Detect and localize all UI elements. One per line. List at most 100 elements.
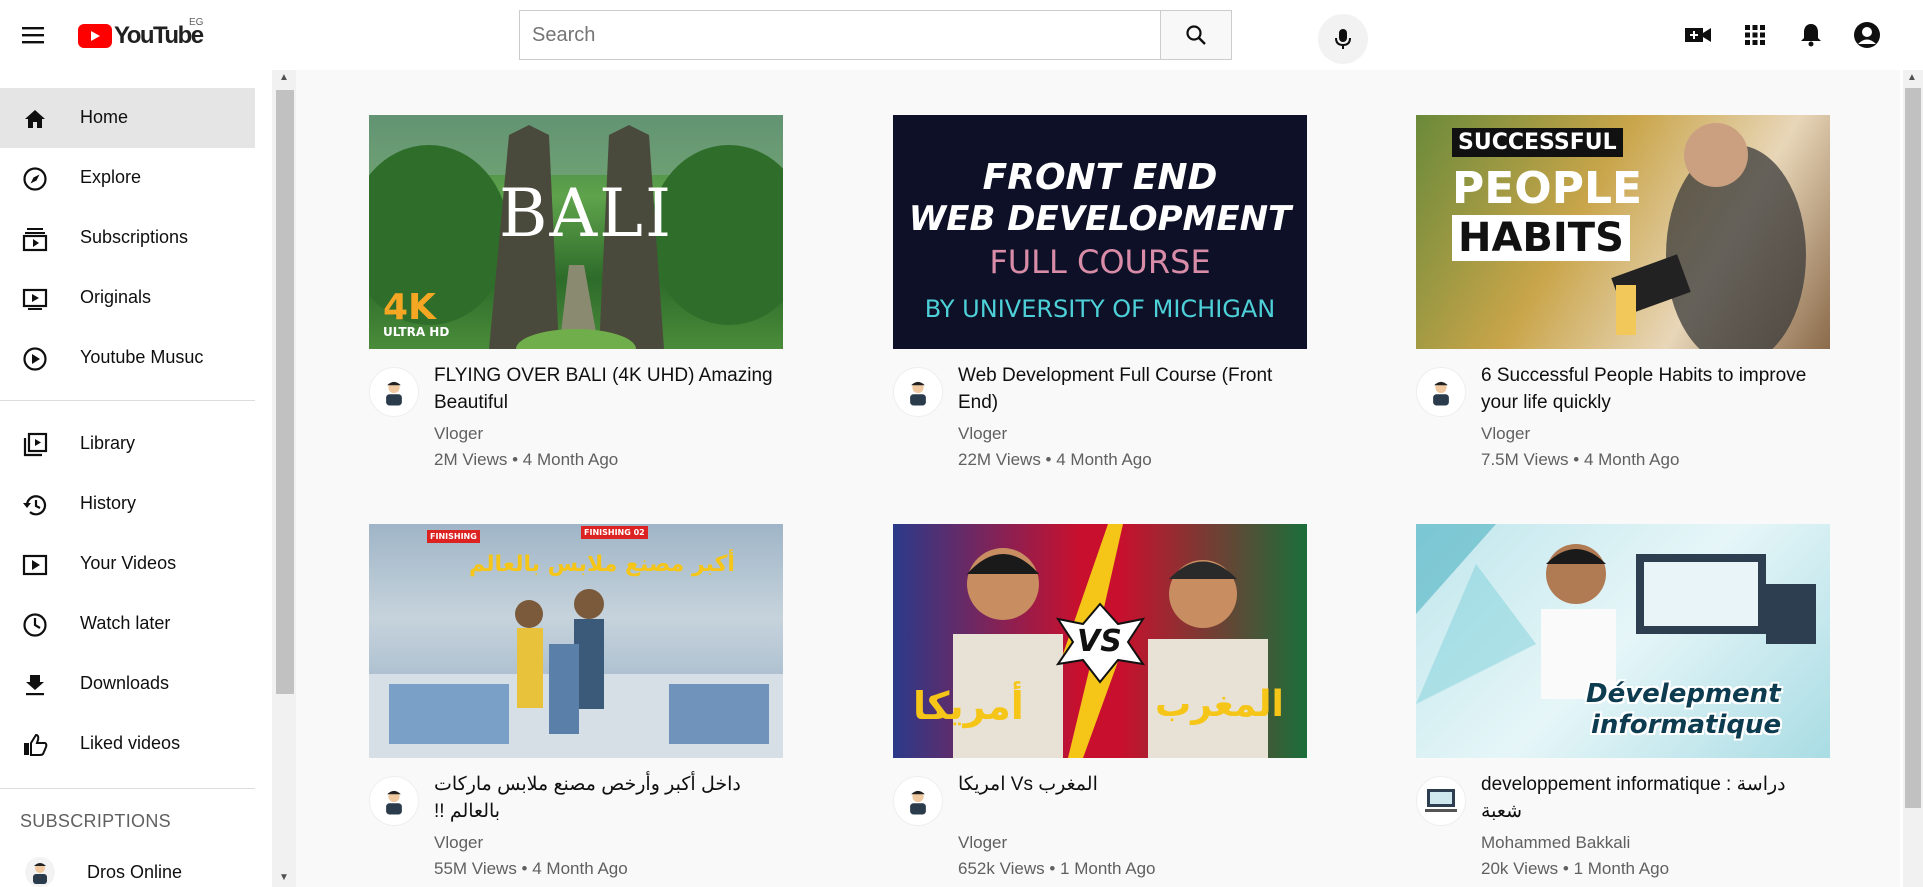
hamburger-menu-icon[interactable] xyxy=(20,22,48,48)
channel-name[interactable]: Vloger xyxy=(434,833,483,853)
sidebar-item-your-videos[interactable]: Your Videos xyxy=(0,534,255,594)
thumbnail-line1: FRONT END xyxy=(982,157,1218,198)
sidebar-item-home[interactable]: Home xyxy=(0,88,255,148)
thumbs-up-icon xyxy=(20,730,50,760)
thumbnail-sign: FINISHING xyxy=(427,530,480,543)
channel-name[interactable]: Vloger xyxy=(1481,424,1530,444)
home-icon xyxy=(20,104,50,134)
channel-avatar[interactable] xyxy=(1416,367,1466,417)
sidebar-item-watch-later[interactable]: Watch later xyxy=(0,594,255,654)
search-icon xyxy=(1186,25,1206,45)
thumbnail-line1: Dévelepment xyxy=(1586,679,1781,709)
thumbnail-line2: WEB DEVELOPMENT xyxy=(908,199,1292,239)
video-title[interactable]: FLYING OVER BALI (4K UHD) Amazing Beauti… xyxy=(434,362,784,416)
channel-avatar[interactable] xyxy=(893,776,943,826)
channel-name[interactable]: Vloger xyxy=(434,424,483,444)
sidebar-item-subscriptions[interactable]: Subscriptions xyxy=(0,208,255,268)
thumbnail-badge: 4K xyxy=(383,287,436,328)
video-thumbnail[interactable]: أكبر مصنع ملابس بالعالم FINISHING FINISH… xyxy=(369,524,783,758)
your-videos-icon xyxy=(20,550,50,580)
subscriptions-header: SUBSCRIPTIONS xyxy=(20,811,171,831)
youtube-play-icon xyxy=(78,24,112,48)
top-bar: YouTube EG xyxy=(0,0,1923,70)
video-card[interactable]: VS أمريكا المغرب المغرب Vs امريكا Vloger… xyxy=(893,524,1307,878)
video-title[interactable]: داخل أكبر وأرخص مصنع ملابس ماركات بالعال… xyxy=(434,771,784,825)
voice-search-button[interactable] xyxy=(1318,14,1368,64)
thumbnail-right-label: المغرب xyxy=(1155,684,1284,725)
create-video-icon[interactable] xyxy=(1683,20,1713,50)
video-card[interactable]: Dévelepment informatique developpement i… xyxy=(1416,524,1830,878)
channel-name[interactable]: Vloger xyxy=(958,424,1007,444)
scroll-up-arrow-icon[interactable]: ▲ xyxy=(279,72,289,83)
video-meta: 20k Views • 1 Month Ago xyxy=(1481,859,1670,878)
thumbnail-line3: FULL COURSE xyxy=(989,243,1211,281)
subscriptions-icon xyxy=(20,224,50,254)
microphone-icon xyxy=(1335,29,1351,49)
video-title[interactable]: 6 Successful People Habits to improve yo… xyxy=(1481,362,1831,416)
channel-avatar[interactable] xyxy=(1416,776,1466,826)
notifications-bell-icon[interactable] xyxy=(1796,20,1826,50)
video-title[interactable]: developpement informatique : دراسة شعبة xyxy=(1481,771,1831,825)
channel-avatar[interactable] xyxy=(369,367,419,417)
main-scrollbar-thumb[interactable] xyxy=(1905,88,1921,808)
download-icon xyxy=(20,670,50,700)
thumbnail-left-label: أمريكا xyxy=(913,684,1024,728)
library-icon xyxy=(20,430,50,460)
sidebar: Home Explore Subscriptions Originals You… xyxy=(0,70,275,887)
thumbnail-line2: PEOPLE xyxy=(1452,163,1643,214)
sidebar-item-history[interactable]: History xyxy=(0,474,255,534)
video-thumbnail[interactable]: VS أمريكا المغرب xyxy=(893,524,1307,758)
video-card[interactable]: SUCCESSFUL PEOPLE HABITS 6 Successful Pe… xyxy=(1416,115,1830,469)
sidebar-item-explore[interactable]: Explore xyxy=(0,148,255,208)
sidebar-item-originals[interactable]: Originals xyxy=(0,268,255,328)
sidebar-item-library[interactable]: Library xyxy=(0,414,255,474)
video-thumbnail[interactable]: Dévelepment informatique xyxy=(1416,524,1830,758)
search-button[interactable] xyxy=(1160,10,1232,60)
video-thumbnail[interactable]: SUCCESSFUL PEOPLE HABITS xyxy=(1416,115,1830,349)
video-meta: 7.5M Views • 4 Month Ago xyxy=(1481,450,1680,469)
search-input[interactable] xyxy=(519,10,1160,60)
channel-avatar[interactable] xyxy=(369,776,419,826)
video-meta: 2M Views • 4 Month Ago xyxy=(434,450,619,469)
video-title[interactable]: المغرب Vs امريكا xyxy=(958,771,1308,798)
video-title[interactable]: Web Development Full Course (Front End) xyxy=(958,362,1308,416)
sidebar-item-youtube-music[interactable]: Youtube Musuc xyxy=(0,328,255,388)
thumbnail-title: أكبر مصنع ملابس بالعالم xyxy=(469,552,735,577)
video-card[interactable]: أكبر مصنع ملابس بالعالم FINISHING FINISH… xyxy=(369,524,783,878)
video-card[interactable]: FRONT END WEB DEVELOPMENT FULL COURSE BY… xyxy=(893,115,1307,469)
sidebar-item-liked-videos[interactable]: Liked videos xyxy=(0,714,255,774)
subscription-item[interactable]: Dros Online xyxy=(0,852,255,887)
thumbnail-line4: BY UNIVERSITY OF MICHIGAN xyxy=(924,295,1276,323)
thumbnail-label-bg: SUCCESSFUL xyxy=(1452,128,1623,157)
history-icon xyxy=(20,490,50,520)
thumbnail-line1: SUCCESSFUL xyxy=(1458,130,1617,155)
video-meta: 652k Views • 1 Month Ago xyxy=(958,859,1156,878)
scroll-down-arrow-icon[interactable]: ▼ xyxy=(279,872,289,883)
sidebar-divider xyxy=(0,400,255,401)
channel-name[interactable]: Mohammed Bakkali xyxy=(1481,833,1630,853)
sidebar-scrollbar-thumb[interactable] xyxy=(276,90,294,694)
scroll-up-arrow-icon[interactable]: ▲ xyxy=(1907,72,1917,83)
video-grid: BALI 4K ULTRA HD FLYING OVER BALI (4K UH… xyxy=(296,70,1900,887)
thumbnail-line2: informatique xyxy=(1591,710,1782,740)
thumbnail-line3: HABITS xyxy=(1458,215,1624,261)
compass-icon xyxy=(20,164,50,194)
country-code: EG xyxy=(189,17,204,28)
channel-name[interactable]: Vloger xyxy=(958,833,1007,853)
apps-grid-icon[interactable] xyxy=(1740,20,1770,50)
sidebar-item-downloads[interactable]: Downloads xyxy=(0,654,255,714)
thumbnail-label-bg: HABITS xyxy=(1452,215,1630,261)
channel-avatar[interactable] xyxy=(893,367,943,417)
clock-icon xyxy=(20,610,50,640)
search-bar xyxy=(519,10,1232,60)
video-card[interactable]: BALI 4K ULTRA HD FLYING OVER BALI (4K UH… xyxy=(369,115,783,469)
thumbnail-sign: FINISHING 02 xyxy=(581,526,648,539)
account-avatar-icon[interactable] xyxy=(1852,20,1882,50)
channel-avatar xyxy=(24,856,56,887)
thumbnail-subbadge: ULTRA HD xyxy=(383,325,450,339)
video-thumbnail[interactable]: BALI 4K ULTRA HD xyxy=(369,115,783,349)
youtube-logo[interactable]: YouTube EG xyxy=(78,17,204,50)
thumbnail-title: BALI xyxy=(499,175,674,252)
thumbnail-vs: VS xyxy=(1077,624,1122,659)
video-thumbnail[interactable]: FRONT END WEB DEVELOPMENT FULL COURSE BY… xyxy=(893,115,1307,349)
